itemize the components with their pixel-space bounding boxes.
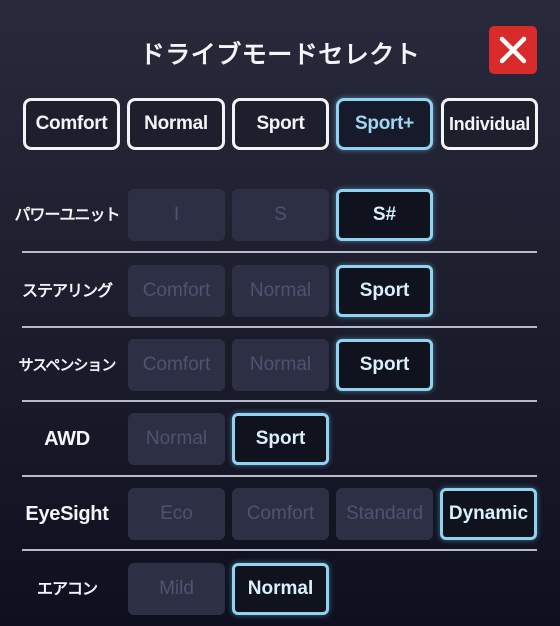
option-button-selected[interactable]: S# <box>336 189 433 241</box>
row-divider <box>22 475 537 477</box>
setting-label: EyeSight <box>25 503 109 525</box>
option-button-selected[interactable]: Sport <box>232 413 329 465</box>
option-button[interactable]: Comfort <box>128 265 225 317</box>
option-button[interactable]: Normal <box>232 265 329 317</box>
row-divider <box>22 251 537 253</box>
option-button[interactable]: Comfort <box>128 339 225 391</box>
setting-row-air-conditioner: エアコン Mild Normal <box>0 563 560 615</box>
setting-label: AWD <box>44 428 90 450</box>
setting-row-steering: ステアリング Comfort Normal Sport <box>0 265 560 317</box>
setting-label: エアコン <box>36 579 98 598</box>
mode-button-sport[interactable]: Sport <box>232 98 329 150</box>
option-button[interactable]: Eco <box>128 488 225 540</box>
row-divider <box>22 400 537 402</box>
mode-button-comfort[interactable]: Comfort <box>23 98 120 150</box>
setting-label: パワーユニット <box>14 205 120 224</box>
drive-mode-bar: Comfort Normal Sport Sport+ Individual <box>0 98 560 150</box>
setting-label: サスペンション <box>18 356 117 374</box>
mode-button-individual[interactable]: Individual <box>441 98 538 150</box>
option-button[interactable]: Comfort <box>232 488 329 540</box>
row-divider <box>22 549 537 551</box>
option-button-selected[interactable]: Sport <box>336 265 433 317</box>
option-button[interactable]: I <box>128 189 225 241</box>
close-button[interactable] <box>489 26 537 74</box>
mode-button-normal[interactable]: Normal <box>127 98 225 150</box>
option-button[interactable]: Normal <box>128 413 225 465</box>
option-button-selected[interactable]: Dynamic <box>440 488 537 540</box>
option-button-selected[interactable]: Sport <box>336 339 433 391</box>
page-title: ドライブモードセレクト <box>139 40 421 69</box>
setting-row-eyesight: EyeSight Eco Comfort Standard Dynamic <box>0 488 560 540</box>
option-button[interactable]: Mild <box>128 563 225 615</box>
setting-row-suspension: サスペンション Comfort Normal Sport <box>0 339 560 391</box>
row-divider <box>22 326 537 328</box>
option-button[interactable]: Normal <box>232 339 329 391</box>
option-button-selected[interactable]: Normal <box>232 563 329 615</box>
mode-button-sport-plus[interactable]: Sport+ <box>336 98 433 150</box>
option-button[interactable]: S <box>232 189 329 241</box>
option-button[interactable]: Standard <box>336 488 433 540</box>
setting-row-awd: AWD Normal Sport <box>0 413 560 465</box>
close-x-icon <box>499 36 527 64</box>
setting-row-power-unit: パワーユニット I S S# <box>0 189 560 241</box>
setting-label: ステアリング <box>21 281 113 300</box>
